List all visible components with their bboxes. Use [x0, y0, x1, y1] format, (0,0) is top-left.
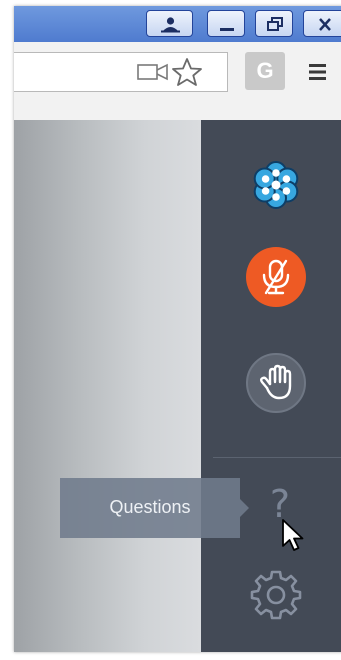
extension-g-button[interactable]: G	[245, 52, 285, 90]
minimize-icon	[220, 28, 234, 31]
restore-button[interactable]	[255, 10, 293, 37]
browser-toolbar: G	[14, 42, 341, 121]
browser-window: G Questions ?	[14, 6, 341, 652]
title-bar	[14, 6, 341, 42]
menu-icon[interactable]	[306, 61, 330, 83]
panel-divider	[213, 457, 341, 458]
star-icon[interactable]	[170, 56, 204, 88]
profile-button[interactable]	[146, 10, 193, 37]
extension-g-label: G	[256, 58, 274, 83]
close-button[interactable]	[303, 10, 341, 37]
microphone-muted-icon	[262, 259, 290, 295]
close-icon	[319, 18, 331, 31]
mute-microphone-button[interactable]	[246, 247, 306, 307]
page-content	[14, 120, 201, 652]
questions-tooltip: Questions	[60, 478, 249, 538]
restore-icon	[267, 17, 283, 31]
mouse-pointer-icon	[282, 519, 304, 551]
tooltip-label: Questions	[109, 497, 191, 517]
video-camera-icon[interactable]	[136, 58, 170, 86]
minimize-button[interactable]	[207, 10, 245, 37]
meeting-side-panel	[201, 120, 341, 652]
raise-hand-icon	[260, 364, 292, 400]
settings-gear-icon[interactable]	[249, 566, 303, 620]
flower-logo-icon[interactable]	[245, 154, 307, 216]
raise-hand-button[interactable]	[246, 353, 306, 413]
user-icon	[161, 17, 180, 33]
tooltip-arrow	[240, 499, 249, 517]
